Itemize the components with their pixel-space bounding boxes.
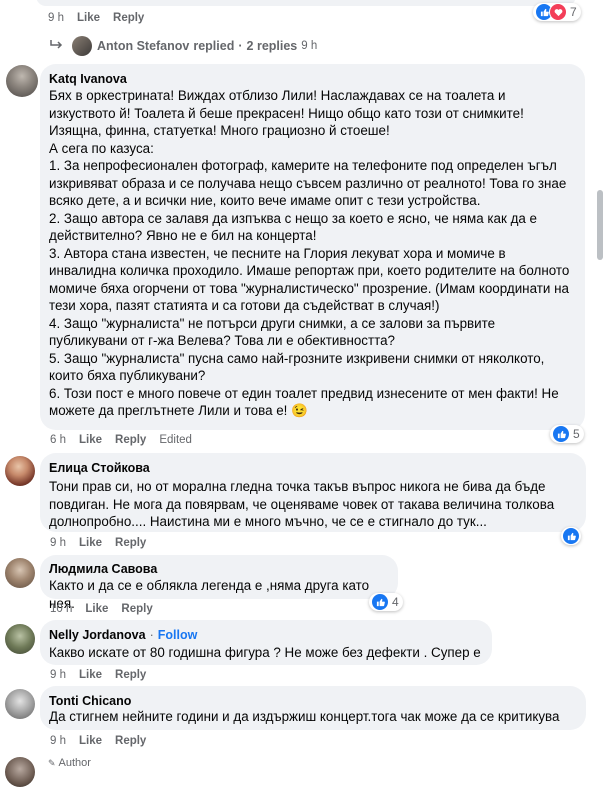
comment-reactions[interactable] xyxy=(561,527,581,545)
comment-text: Да стигнем нейните години и да издържиш … xyxy=(49,709,560,724)
avatar[interactable] xyxy=(5,558,35,588)
comment-time[interactable]: 9 h xyxy=(50,537,66,549)
comment-time[interactable]: 6 h xyxy=(50,434,66,446)
avatar[interactable] xyxy=(5,689,35,719)
like-button[interactable]: Like xyxy=(77,12,100,24)
like-reaction-icon xyxy=(562,527,580,545)
reply-button[interactable]: Reply xyxy=(115,669,146,681)
reaction-count: 7 xyxy=(570,5,577,19)
comment-header: Nelly Jordanova · Follow xyxy=(49,628,197,642)
like-button[interactable]: Like xyxy=(85,603,108,615)
like-button[interactable]: Like xyxy=(79,434,102,446)
comment-author[interactable]: Tonti Chicano xyxy=(49,694,131,708)
follow-button[interactable]: Follow xyxy=(158,628,198,642)
like-button[interactable]: Like xyxy=(79,735,102,747)
comment-actions: 9 h Like Reply xyxy=(50,537,146,549)
author-badge: ✎ Author xyxy=(48,757,91,769)
author-badge-label: Author xyxy=(58,757,91,769)
comment-actions: 9 h Like Reply xyxy=(50,669,146,681)
comment-author[interactable]: Людмила Савова xyxy=(49,562,157,576)
top-comment-bubble xyxy=(36,0,576,6)
comment-actions: 10 h Like Reply xyxy=(50,603,153,615)
like-button[interactable]: Like xyxy=(79,669,102,681)
comment-author[interactable]: Katq Ivanova xyxy=(49,72,127,86)
view-replies-link[interactable]: Anton Stefanov replied · 2 replies 9 h xyxy=(50,36,317,56)
comment-time: 9 h xyxy=(48,12,64,24)
reply-button[interactable]: Reply xyxy=(115,537,146,549)
comment-time[interactable]: 10 h xyxy=(50,603,72,615)
comment-bubble: Людмила Савова Както и да се е облякла л… xyxy=(40,555,398,611)
scrollbar[interactable] xyxy=(596,0,604,767)
avatar[interactable] xyxy=(6,65,38,97)
replied-label: replied xyxy=(193,39,235,53)
comment-reactions[interactable]: 5 xyxy=(550,425,584,443)
separator: · xyxy=(238,39,243,53)
reply-button[interactable]: Reply xyxy=(113,12,144,24)
separator: · xyxy=(149,628,154,642)
avatar[interactable] xyxy=(5,624,35,654)
replier-name: Anton Stefanov xyxy=(97,39,190,53)
avatar[interactable] xyxy=(5,456,35,486)
avatar[interactable] xyxy=(5,757,35,787)
comment-bubble: Елица Стойкова Тони прав си, но от морал… xyxy=(40,453,586,532)
comment-author[interactable]: Елица Стойкова xyxy=(49,461,150,475)
top-comment-actions: 9 h Like Reply xyxy=(48,12,144,24)
reply-button[interactable]: Reply xyxy=(115,434,146,446)
comment-bubble: Tonti Chicano Да стигнем нейните години … xyxy=(40,686,586,730)
comment-text: Какво искате от 80 годишна фигура ? Не м… xyxy=(49,645,481,660)
comment-bubble: Nelly Jordanova · Follow Какво искате от… xyxy=(40,620,492,665)
comment-actions: 6 h Like Reply Edited xyxy=(50,434,192,446)
comment-time[interactable]: 9 h xyxy=(50,669,66,681)
like-reaction-icon xyxy=(552,425,570,443)
replies-time: 9 h xyxy=(301,40,318,52)
comment-text: Тони прав си, но от морална гледна точка… xyxy=(49,479,558,529)
comment-author[interactable]: Nelly Jordanova xyxy=(49,628,146,642)
reaction-count: 4 xyxy=(392,595,399,609)
reply-button[interactable]: Reply xyxy=(115,735,146,747)
comment-actions: 9 h Like Reply xyxy=(50,735,146,747)
reaction-count: 5 xyxy=(573,427,580,441)
edited-label: Edited xyxy=(159,434,192,446)
reply-arrow-icon xyxy=(50,39,66,53)
replies-count: 2 replies xyxy=(246,39,298,53)
comment-reactions[interactable]: 4 xyxy=(369,593,403,611)
reply-button[interactable]: Reply xyxy=(121,603,152,615)
scrollbar-thumb[interactable] xyxy=(597,190,603,260)
like-reaction-icon xyxy=(371,593,389,611)
like-button[interactable]: Like xyxy=(79,537,102,549)
comment-text: Бях в оркестрината! Виждах отблизо Лили!… xyxy=(49,88,570,418)
love-reaction-icon xyxy=(549,3,567,21)
avatar xyxy=(72,36,92,56)
top-comment-reactions[interactable]: 7 xyxy=(533,3,581,21)
comment-bubble: Katq Ivanova Бях в оркестрината! Виждах … xyxy=(40,64,585,430)
comment-time[interactable]: 9 h xyxy=(50,735,66,747)
